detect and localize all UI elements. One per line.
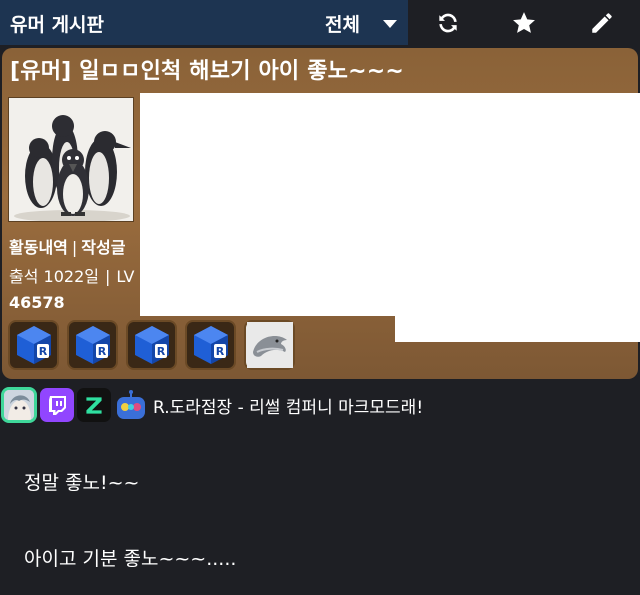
r-cube-badge[interactable]: R [126,320,177,370]
activity-link[interactable]: 활동내역 [9,238,68,257]
svg-text:R: R [38,345,47,358]
pencil-icon[interactable] [588,9,616,37]
star-icon[interactable] [510,9,538,37]
author-row: R.도라점장 - 리썰 컴퍼니 마크모드래! [0,382,423,428]
redacted-area [140,93,640,316]
content-line: 정말 좋노!~~ [24,472,140,494]
content-line: 아이고 기분 좋노~~~..... [24,548,237,570]
r-cube-badge[interactable]: R [8,320,59,370]
top-bar: 유머 게시판 전체 [0,0,640,45]
r-cube-badge[interactable]: R [67,320,118,370]
divider: | [104,267,111,286]
dolphin-badge[interactable] [244,320,295,370]
board-title[interactable]: 유머 게시판 [10,10,104,37]
refresh-icon[interactable] [434,9,462,37]
filter-select[interactable]: 전체 [325,10,360,37]
svg-text:R: R [97,345,106,358]
points-value: 46578 [9,293,65,312]
profile-avatar[interactable] [8,97,134,222]
level-label: LV [116,267,135,286]
penguins-image [9,98,133,221]
profile-links: 활동내역 | 작성글 [9,234,125,258]
badge-list: R R R R [8,320,295,370]
zeta-icon[interactable] [77,388,111,422]
toolbar [408,0,640,45]
redacted-area [395,316,640,342]
svg-text:R: R [156,345,165,358]
divider: | [71,238,78,257]
chevron-down-icon[interactable] [383,20,397,28]
author-name[interactable]: R.도라점장 - 리썰 컴퍼니 마크모드래! [153,393,423,418]
post-title: [유머] 일ㅁㅁ인척 해보기 아이 좋노~~~ [10,59,405,84]
posts-link[interactable]: 작성글 [81,238,125,257]
author-avatar[interactable] [1,387,37,423]
attendance-info: 출석 1022일 | LV [9,263,134,287]
robot-icon[interactable] [114,388,148,422]
svg-text:R: R [215,345,224,358]
attendance-count: 출석 1022일 [9,267,99,286]
board-header: 유머 게시판 전체 [0,0,408,45]
r-cube-badge[interactable]: R [185,320,236,370]
twitch-icon[interactable] [40,388,74,422]
